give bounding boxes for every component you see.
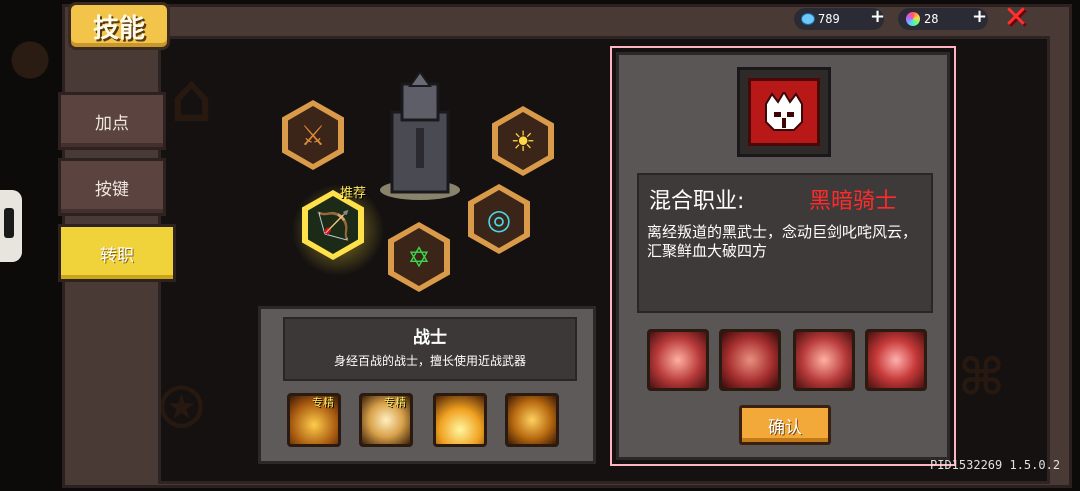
dark-knight-helmet-icon [748,78,820,146]
side-character-peek [0,190,22,262]
confirm-button[interactable]: 确认 [739,405,831,445]
ground-sword-skill-icon[interactable] [433,393,487,447]
tab-label: 按键 [95,179,129,200]
hybrid-class-panel: 混合职业: 黑暗骑士 离经叛道的黑武士，念动巨剑叱咤风云，汇聚鲜血大破四方 确认 [616,52,950,460]
tab-key-bindings[interactable]: 按键 [58,158,166,216]
blue-gem-icon [802,14,814,24]
hybrid-class-name: 黑暗骑士 [809,189,898,214]
class-info-box: 战士 身经百战的战士，擅长使用近战武器 [283,317,577,381]
hybrid-class-icon-frame [737,67,831,157]
close-icon[interactable]: ✕ [1002,3,1030,33]
hybrid-description: 离经叛道的黑武士，念动巨剑叱咤风云，汇聚鲜血大破四方 [647,223,918,260]
recommend-badge: 推荐 [340,186,367,201]
rage-skill-icon[interactable] [505,393,559,447]
knight-tower-icon [380,72,460,200]
blood-orbs-skill-icon[interactable] [719,329,781,391]
current-class-panel: 战士 身经百战的战士，擅长使用近战武器 专精 专精 [258,306,596,464]
rune-decoration: ⍟ [161,369,202,448]
sun-icon: ☀ [498,112,548,170]
slash-skill-icon[interactable]: 专精 [287,393,341,447]
hybrid-description-box: 混合职业: 黑暗骑士 离经叛道的黑武士，念动巨剑叱咤风云，汇聚鲜血大破四方 [637,173,933,313]
add-crystals-button[interactable]: + [972,6,987,28]
bow-icon: 🏹 [308,196,358,254]
gem-count: 789 [818,12,840,26]
page-title: 技能 [68,2,170,50]
tab-class-change[interactable]: 转职 [58,224,176,282]
class-name: 战士 [413,328,447,348]
blood-burst-skill-icon[interactable] [865,329,927,391]
rune-decoration: ⌘ [961,339,1002,418]
hybrid-label: 混合职业: [649,189,745,214]
rainbow-crystal-icon [906,12,920,26]
mastery-tag: 专精 [312,396,334,409]
sword-icon: ⚔ [288,106,338,164]
helmet-glyph [765,92,803,131]
hexagram-icon: ✡ [394,228,444,286]
crystal-count: 28 [924,12,939,26]
tab-attribute-points[interactable]: 加点 [58,92,166,150]
blood-mace-skill-icon[interactable] [647,329,709,391]
rune-decoration: ⌂ [171,59,212,138]
tab-label: 加点 [95,113,129,134]
version-label: PID1532269 1.5.0.2 [930,458,1061,472]
class-description: 身经百战的战士，擅长使用近战武器 [333,354,526,368]
spin-skill-icon[interactable]: 专精 [359,393,413,447]
vortex-icon: ◎ [474,190,524,248]
blood-sword-skill-icon[interactable] [793,329,855,391]
mastery-tag: 专精 [384,396,406,409]
tab-label: 转职 [100,245,134,266]
add-gems-button[interactable]: + [870,6,885,28]
